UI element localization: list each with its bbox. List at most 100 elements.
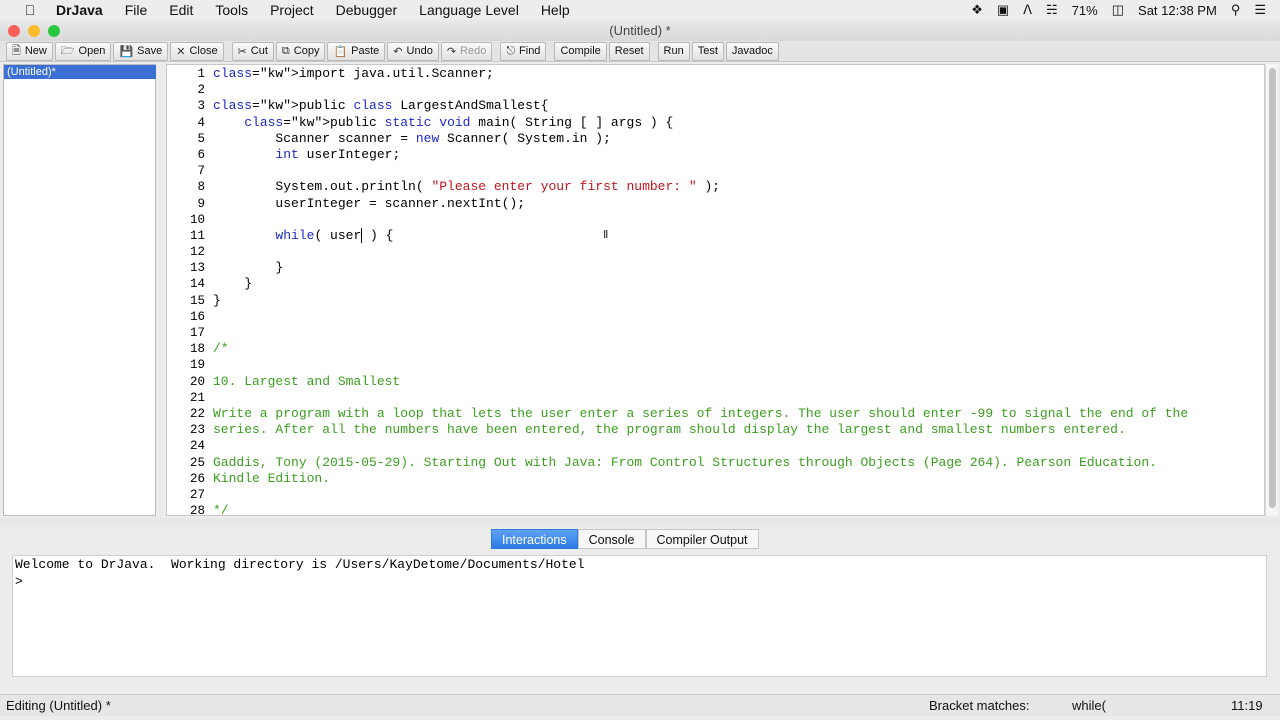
code-line[interactable]: Write a program with a loop that lets th…: [213, 406, 1263, 422]
close-button[interactable]: ✕ Close: [170, 41, 224, 61]
code-line[interactable]: */: [213, 503, 1263, 515]
dropbox-icon[interactable]: ❖: [971, 2, 983, 18]
line-number: 12: [189, 245, 205, 260]
reset-button[interactable]: Reset: [608, 41, 650, 61]
bluetooth-icon[interactable]: ᐱ: [1023, 2, 1032, 18]
line-number: 7: [197, 164, 205, 179]
document-item-untitled[interactable]: (Untitled)*: [4, 65, 156, 79]
code-line[interactable]: [213, 244, 1263, 260]
notification-center-icon[interactable]: ☰: [1254, 2, 1266, 18]
code-line[interactable]: Gaddis, Tony (2015-05-29). Starting Out …: [213, 455, 1263, 471]
line-number: 27: [189, 487, 205, 502]
open-folder-icon: 🗁: [60, 44, 75, 57]
clipboard-icon: 📋: [333, 45, 348, 58]
close-window-button[interactable]: [8, 25, 20, 37]
line-number: 2: [197, 83, 205, 98]
wifi-icon[interactable]: ☵: [1046, 2, 1058, 18]
menu-file[interactable]: File: [125, 2, 148, 18]
save-button[interactable]: 💾 Save: [113, 41, 169, 61]
code-line[interactable]: [213, 82, 1263, 98]
code-line[interactable]: [213, 212, 1263, 228]
code-line[interactable]: userInteger = scanner.nextInt();: [213, 196, 1263, 212]
code-line[interactable]: [213, 438, 1263, 454]
welcome-message: Welcome to DrJava. Working directory is …: [15, 557, 585, 572]
bracket-matches-value: while(: [1072, 698, 1106, 713]
javadoc-button[interactable]: Javadoc: [725, 41, 779, 61]
code-line[interactable]: }: [213, 276, 1263, 292]
code-line[interactable]: class="kw">public class LargestAndSmalle…: [213, 98, 1263, 114]
apple-icon[interactable]: : [20, 2, 40, 18]
code-line[interactable]: Kindle Edition.: [213, 471, 1263, 487]
code-line[interactable]: Scanner scanner = new Scanner( System.in…: [213, 131, 1263, 147]
line-number: 1: [197, 67, 205, 81]
mouse-ibeam-cursor-icon: Ⅱ: [603, 229, 609, 241]
paste-button[interactable]: 📋 Paste: [327, 41, 386, 61]
run-button[interactable]: Run: [657, 41, 690, 61]
code-line[interactable]: [213, 357, 1263, 373]
tab-console[interactable]: Console: [577, 529, 646, 549]
line-number: 24: [189, 439, 205, 454]
open-button[interactable]: 🗁 Open: [54, 41, 112, 61]
tab-compiler-output[interactable]: Compiler Output: [645, 529, 759, 549]
minimize-window-button[interactable]: [28, 25, 40, 37]
code-line[interactable]: [213, 163, 1263, 179]
code-line[interactable]: [213, 309, 1263, 325]
menu-language-level[interactable]: Language Level: [419, 2, 519, 18]
code-lines[interactable]: class="kw">import java.util.Scanner; clas…: [213, 66, 1263, 515]
clock[interactable]: Sat 12:38 PM: [1138, 3, 1217, 18]
screen-record-icon[interactable]: ▣: [997, 2, 1009, 18]
code-line[interactable]: while( user ) {: [213, 227, 1263, 244]
menu-help[interactable]: Help: [541, 2, 570, 18]
code-line[interactable]: [213, 487, 1263, 503]
undo-icon: ↶: [393, 45, 403, 58]
line-number: 10: [189, 212, 205, 227]
pane-splitter[interactable]: [0, 518, 1280, 526]
menu-edit[interactable]: Edit: [169, 2, 193, 18]
code-line[interactable]: [213, 325, 1263, 341]
tab-interactions[interactable]: Interactions: [491, 529, 578, 549]
code-line[interactable]: }: [213, 293, 1263, 309]
redo-button[interactable]: ↷ Redo: [440, 41, 493, 61]
code-line[interactable]: int userInteger;: [213, 147, 1263, 163]
cut-button[interactable]: ✂ Cut: [231, 41, 274, 61]
code-line[interactable]: class="kw">public static void main( Stri…: [213, 115, 1263, 131]
interactions-pane[interactable]: Welcome to DrJava. Working directory is …: [12, 555, 1267, 677]
code-line[interactable]: 10. Largest and Smallest: [213, 374, 1263, 390]
compile-button[interactable]: Compile: [554, 41, 607, 61]
spotlight-search-icon[interactable]: ⚲: [1231, 2, 1241, 18]
status-bar: Editing (Untitled) * Bracket matches: wh…: [0, 694, 1280, 716]
code-line[interactable]: series. After all the numbers have been …: [213, 422, 1263, 438]
code-line[interactable]: /*: [213, 341, 1263, 357]
menu-tools[interactable]: Tools: [215, 2, 248, 18]
menu-bar:  DrJava File Edit Tools Project Debugge…: [0, 0, 1280, 20]
save-icon: 💾: [119, 45, 134, 58]
new-file-icon: 🗎: [12, 44, 21, 57]
close-file-icon: ✕: [176, 45, 186, 58]
undo-button[interactable]: ↶ Undo: [387, 41, 439, 61]
code-editor[interactable]: 1 2 3 4 5 6 7 8 9 10 11 12 13 14 15 16 1…: [166, 64, 1265, 516]
line-number: 19: [189, 358, 205, 373]
code-line[interactable]: class="kw">import java.util.Scanner;: [213, 66, 1263, 82]
line-number: 11: [189, 228, 205, 243]
code-line[interactable]: }: [213, 260, 1263, 276]
menu-debugger[interactable]: Debugger: [336, 2, 398, 18]
menu-project[interactable]: Project: [270, 2, 314, 18]
new-button[interactable]: 🗎 New: [6, 41, 53, 61]
menu-app-name[interactable]: DrJava: [56, 2, 103, 18]
line-number: 17: [189, 326, 205, 340]
code-line[interactable]: System.out.println( "Please enter your f…: [213, 179, 1263, 195]
bracket-matches-label: Bracket matches:: [929, 698, 1030, 713]
toolbar: 🗎 New 🗁 Open 💾 Save ✕ Close ✂ Cut ⧉ Copy 📋 Past…: [0, 41, 1280, 62]
editing-status: Editing (Untitled) *: [6, 698, 111, 713]
find-button[interactable]: ⎋ Find: [500, 41, 547, 61]
editor-vertical-scrollbar[interactable]: [1265, 64, 1278, 516]
copy-button[interactable]: ⧉ Copy: [275, 41, 326, 61]
scrollbar-thumb[interactable]: [1269, 68, 1276, 508]
battery-icon[interactable]: ◫: [1112, 2, 1124, 18]
interactions-prompt[interactable]: >: [13, 573, 1266, 590]
zoom-window-button[interactable]: [48, 25, 60, 37]
test-button[interactable]: Test: [691, 41, 724, 61]
document-list[interactable]: (Untitled)*: [3, 64, 156, 516]
battery-percent[interactable]: 71%: [1072, 3, 1098, 18]
code-line[interactable]: [213, 390, 1263, 406]
